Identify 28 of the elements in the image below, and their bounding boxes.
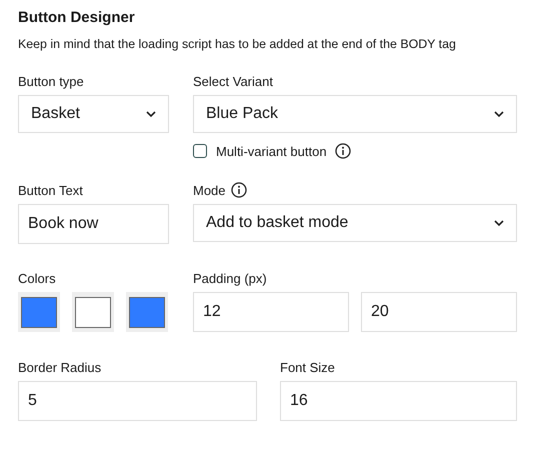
field-label: Font Size — [280, 360, 335, 376]
field-label: Button type — [18, 74, 84, 90]
mode-select[interactable]: Add to basket mode — [193, 204, 517, 242]
field-label: Select Variant — [193, 74, 273, 90]
color-swatch[interactable] — [72, 292, 114, 332]
button-text-input[interactable]: Book now — [18, 204, 169, 244]
field-label: Button Text — [18, 183, 83, 199]
field-label: Border Radius — [18, 360, 102, 376]
info-icon — [334, 143, 351, 159]
color-swatch[interactable] — [18, 292, 60, 332]
border-radius-input[interactable]: 5 — [18, 381, 257, 421]
checkbox[interactable] — [193, 144, 207, 158]
field-label: Mode — [193, 183, 226, 199]
padding-input[interactable]: 20 — [361, 292, 517, 332]
button-type-select[interactable]: Basket — [18, 95, 169, 133]
variant-select[interactable]: Blue Pack — [193, 95, 517, 133]
checkbox-label: Multi-variant button — [216, 144, 327, 158]
section-title: Button Designer — [18, 8, 136, 28]
chevron-icon — [494, 110, 504, 118]
font-size-input[interactable]: 16 — [280, 381, 517, 421]
chevron-icon — [494, 220, 504, 226]
padding-input[interactable]: 12 — [193, 292, 349, 332]
description-text: Keep in mind that the loading script has to be added at the end of the BODY tag — [18, 36, 457, 53]
chevron-icon — [146, 110, 156, 118]
field-label: Padding (px) — [193, 271, 267, 287]
field-label: Colors — [18, 271, 56, 287]
color-swatch[interactable] — [126, 292, 168, 332]
info-icon — [230, 182, 247, 198]
